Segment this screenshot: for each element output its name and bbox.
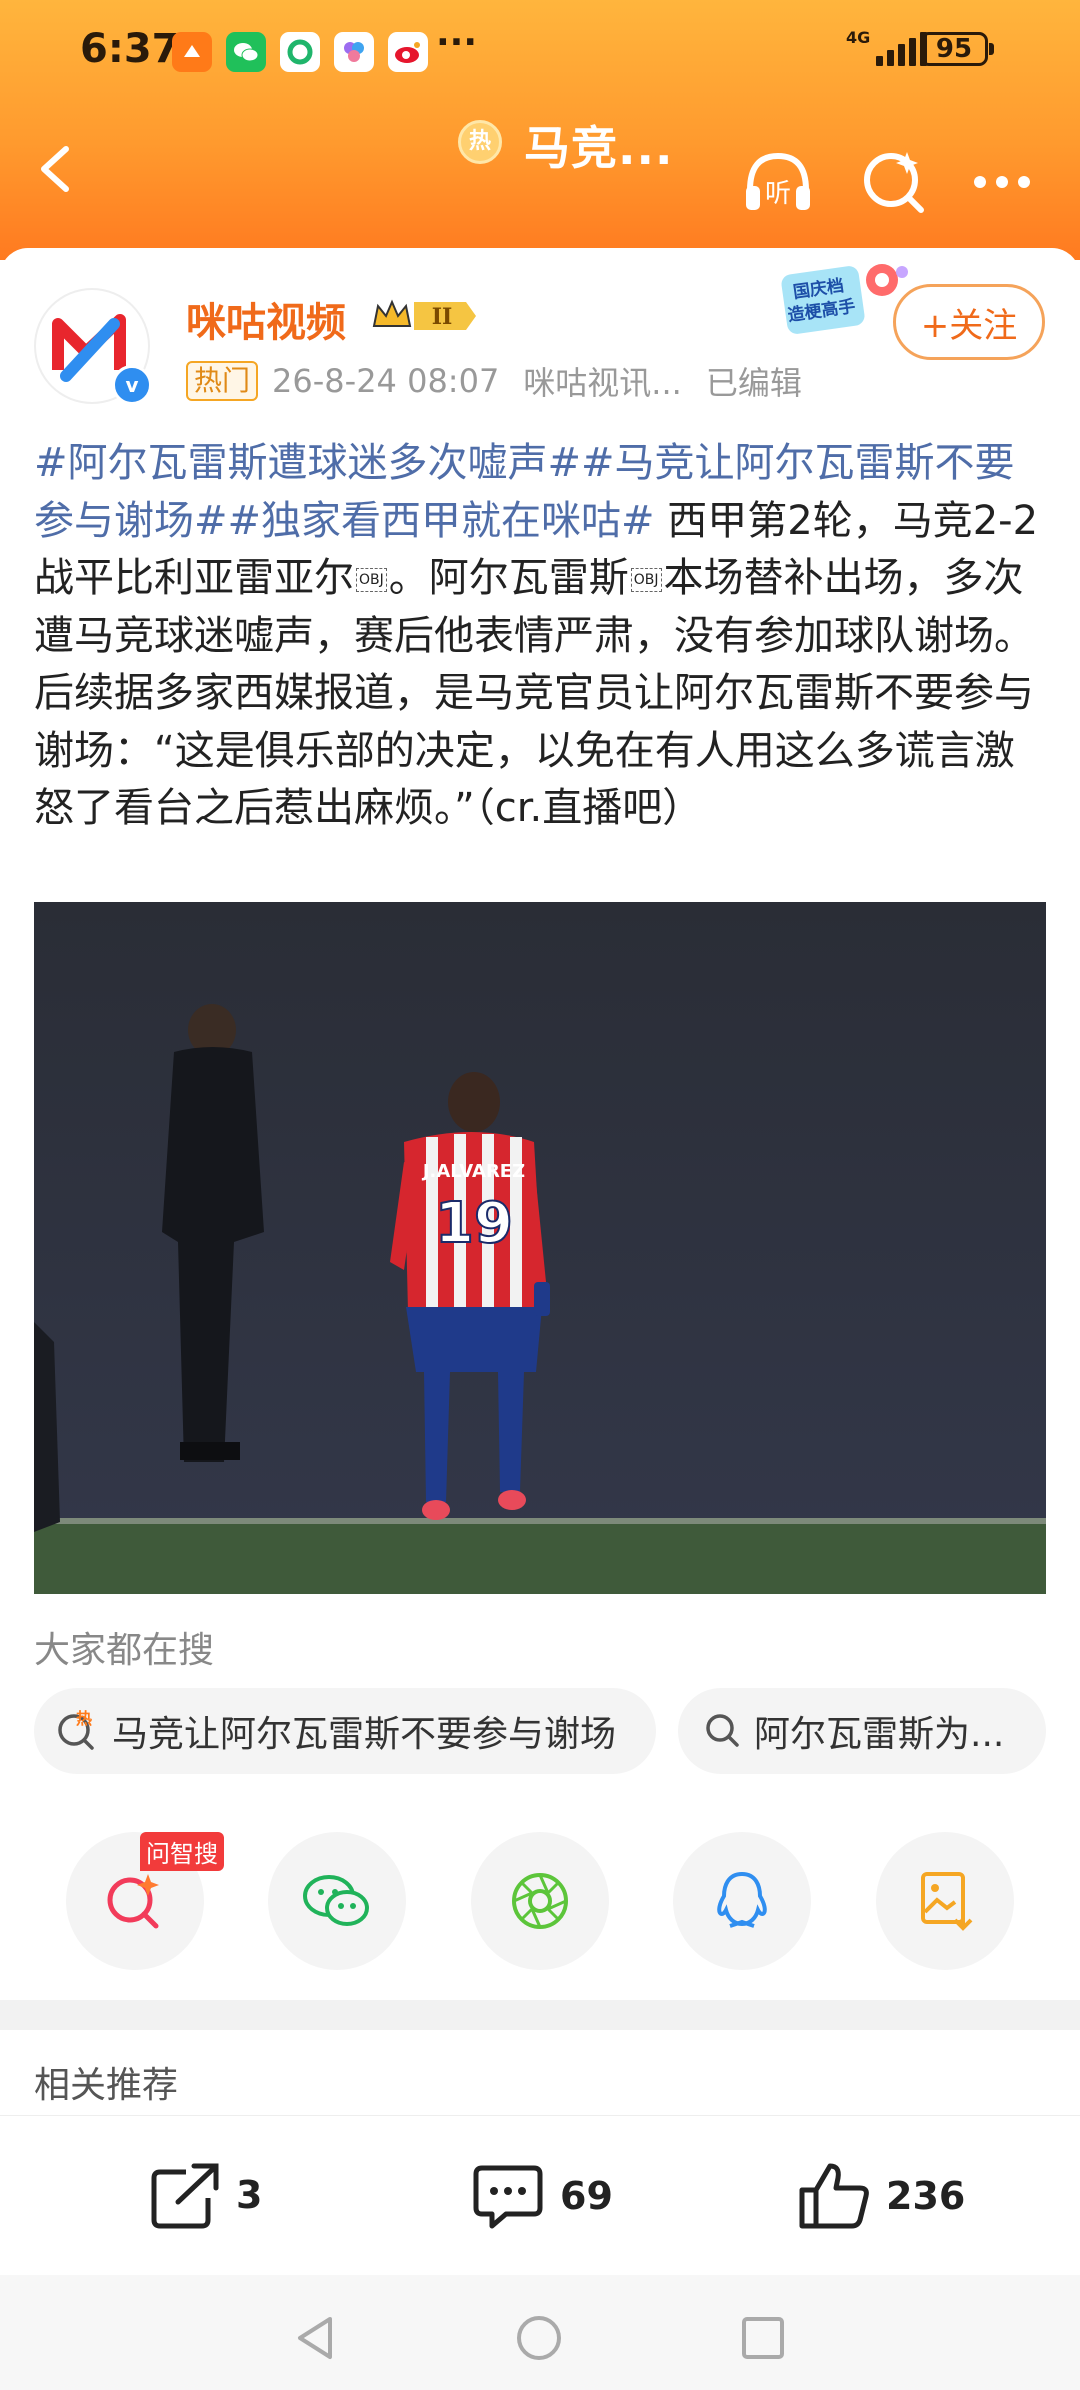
share-count: 3	[236, 2173, 263, 2217]
status-bar: 6:37 ··· 4G 95	[0, 18, 1080, 88]
more-notifications-icon: ···	[436, 22, 478, 63]
nav-recents-icon[interactable]	[738, 2313, 788, 2363]
level-badge-icon: II	[372, 299, 476, 330]
object-placeholder: OBJ	[356, 568, 387, 592]
search-suggestion[interactable]: 阿尔瓦雷斯为...	[678, 1688, 1046, 1774]
search-suggestion[interactable]: 热 马竞让阿尔瓦雷斯不要参与谢场	[34, 1688, 656, 1774]
search-icon[interactable]	[855, 142, 935, 222]
weibo-notification-icon	[388, 32, 428, 72]
follow-button[interactable]: +关注	[893, 284, 1045, 360]
search-section-title: 大家都在搜	[34, 1630, 215, 1671]
jersey-number: 19	[435, 1191, 513, 1256]
holiday-sticker: 国庆档 造梗高手	[781, 264, 908, 334]
post-meta: 热门 26-8-24 08:07 咪咕视讯... 已编辑	[186, 358, 802, 404]
qq-icon	[717, 1871, 767, 1928]
thumbs-up-icon	[799, 2163, 869, 2229]
search-suggestion-label: 马竞让阿尔瓦雷斯不要参与谢场	[112, 1714, 617, 1755]
share-button[interactable]: 3	[148, 2160, 262, 2230]
share-icon	[151, 2163, 219, 2229]
save-image-button[interactable]	[876, 1832, 1014, 1970]
topic-link[interactable]: #独家看西甲就在咪咕#	[228, 498, 655, 544]
comment-icon	[473, 2165, 543, 2229]
svg-text:听: 听	[765, 179, 791, 209]
ai-search-tag: 问智搜	[140, 1832, 224, 1871]
moments-icon	[512, 1873, 568, 1929]
battery-indicator: 95	[920, 32, 994, 66]
nav-back-icon[interactable]	[290, 2313, 340, 2363]
post-text-part: 。阿尔瓦雷斯	[388, 555, 629, 601]
share-qq-button[interactable]	[673, 1832, 811, 1970]
app-notification-icon	[280, 32, 320, 72]
post-text: #阿尔瓦雷斯遭球迷多次嘘声##马竞让阿尔瓦雷斯不要参与谢场##独家看西甲就在咪咕…	[34, 435, 1046, 838]
network-label: 4G	[846, 28, 871, 47]
object-placeholder: OBJ	[630, 568, 662, 592]
hot-badge: 热	[458, 120, 502, 164]
search-icon	[706, 1714, 739, 1747]
svg-text:热: 热	[76, 1709, 92, 1728]
svg-text:II: II	[432, 304, 453, 330]
nav-home-icon[interactable]	[514, 2313, 564, 2363]
comment-button[interactable]: 69	[470, 2160, 613, 2232]
like-button[interactable]: 236	[796, 2160, 965, 2232]
post-datetime: 26-8-24 08:07	[272, 362, 500, 400]
hot-tag: 热门	[186, 361, 259, 401]
status-time: 6:37	[80, 26, 180, 72]
search-suggestion-label: 阿尔瓦雷斯为...	[754, 1714, 1005, 1755]
topic-link[interactable]: #阿尔瓦雷斯遭球迷多次嘘声#	[34, 440, 581, 486]
notification-icons	[172, 32, 428, 72]
like-count: 236	[886, 2174, 966, 2218]
system-nav-bar	[0, 2275, 1080, 2390]
app-icon	[172, 32, 212, 72]
share-wechat-button[interactable]	[268, 1832, 406, 1970]
wechat-icon	[303, 1875, 369, 1926]
save-image-icon	[921, 1872, 973, 1931]
more-icon[interactable]	[962, 142, 1042, 222]
back-icon[interactable]	[28, 139, 88, 199]
app-notification-icon-2	[334, 32, 374, 72]
jersey-name: J.ALVAREZ	[421, 1161, 525, 1182]
comment-count: 69	[560, 2174, 613, 2218]
related-title: 相关推荐	[34, 2065, 179, 2106]
hot-search-icon: 热	[58, 1709, 94, 1750]
listen-icon[interactable]: 听	[738, 142, 818, 222]
section-divider	[0, 2000, 1080, 2030]
edited-label: 已编辑	[705, 364, 802, 402]
author-name[interactable]: 咪咕视频	[186, 290, 346, 348]
player-photo: J.ALVAREZ 19	[34, 902, 1046, 1594]
ai-search-icon	[107, 1874, 159, 1929]
post-source: 咪咕视讯...	[523, 364, 682, 402]
wechat-notification-icon	[226, 32, 266, 72]
verified-icon: v	[112, 365, 152, 405]
post-image[interactable]: J.ALVAREZ 19	[34, 902, 1046, 1594]
page-title: 马竞...	[524, 121, 674, 175]
share-moments-button[interactable]	[471, 1832, 609, 1970]
